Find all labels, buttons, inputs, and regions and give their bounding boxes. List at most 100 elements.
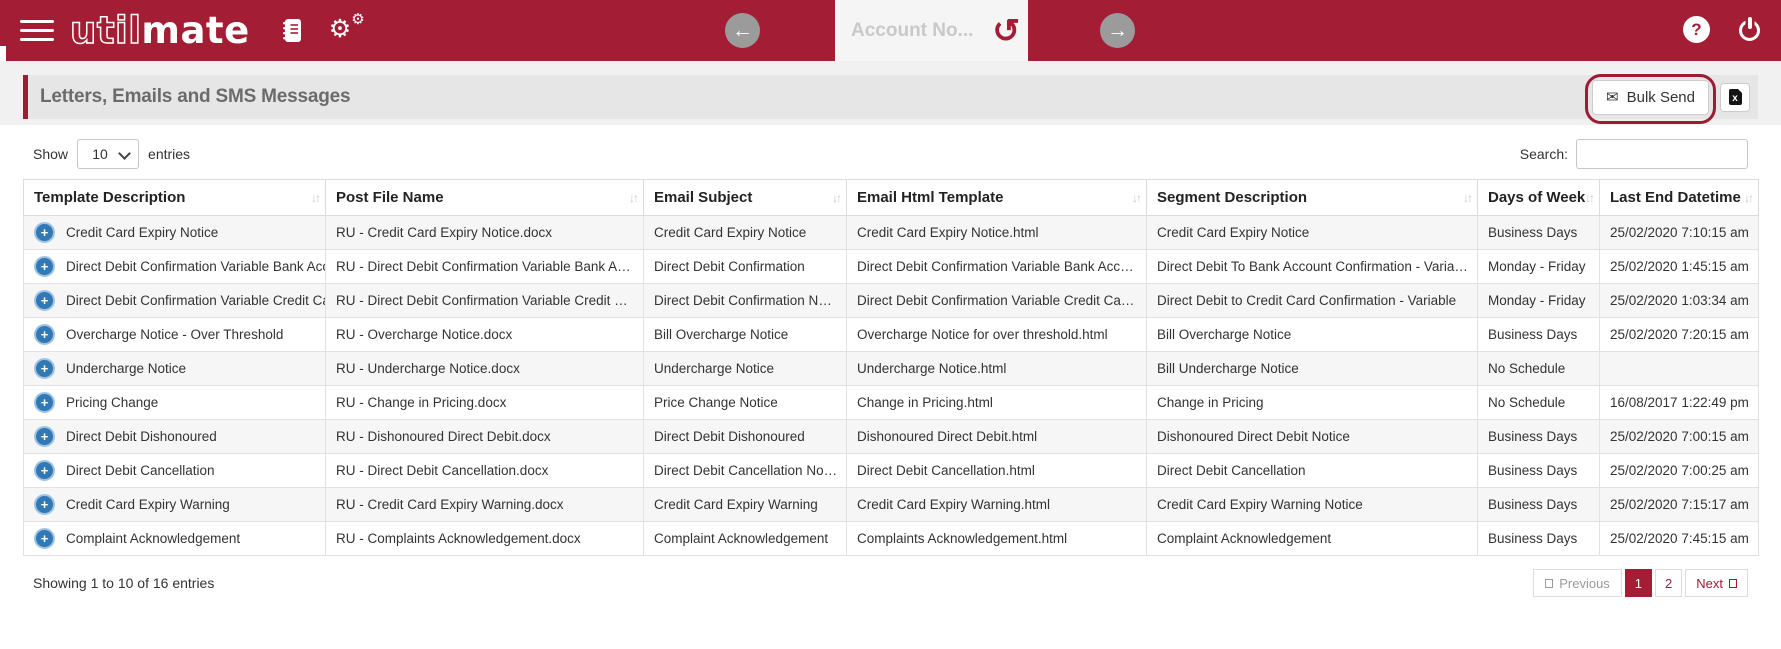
expand-row-plus-icon[interactable]: + bbox=[34, 358, 55, 379]
table-row: + Credit Card Expiry Warning RU - Credit C… bbox=[23, 487, 1759, 522]
arrow-left-icon: ← bbox=[732, 19, 753, 42]
previous-page-button[interactable]: Previous bbox=[1533, 569, 1622, 597]
table-cell: 25/02/2020 1:45:15 am bbox=[1599, 249, 1759, 284]
column-header-template-description[interactable]: Template Description ↓↑ bbox=[23, 179, 326, 216]
previous-label: Previous bbox=[1559, 575, 1610, 591]
entries-per-page-value: 10 bbox=[92, 146, 108, 162]
sort-icon[interactable]: ↓↑ bbox=[1744, 191, 1754, 205]
page-length-control: Show 10 entries bbox=[33, 139, 190, 169]
excel-file-icon: x bbox=[1728, 89, 1742, 105]
content-area: Show 10 entries Search: Template Descrip… bbox=[0, 125, 1781, 597]
brand-logo-util: util bbox=[69, 9, 142, 52]
table-cell: + Direct Debit Confirmation Variable Bank… bbox=[23, 249, 326, 284]
help-button[interactable]: ? bbox=[1683, 16, 1710, 43]
table-cell: No Schedule bbox=[1477, 385, 1600, 420]
table-cell: Dishonoured Direct Debit.html bbox=[846, 419, 1147, 454]
column-label: Email Html Template bbox=[857, 189, 1004, 206]
table-cell: RU - Change in Pricing.docx bbox=[325, 385, 644, 420]
gear-small-icon: ⚙ bbox=[351, 10, 365, 28]
account-number-input[interactable] bbox=[849, 18, 993, 43]
table-cell: Direct Debit Cancellation.html bbox=[846, 453, 1147, 488]
table-cell: 25/02/2020 7:00:15 am bbox=[1599, 419, 1759, 454]
table-cell: RU - Direct Debit Confirmation Variable … bbox=[325, 249, 644, 284]
sort-icon[interactable]: ↓↑ bbox=[629, 191, 639, 205]
table-row: + Overcharge Notice - Over Threshold RU - … bbox=[23, 317, 1759, 352]
column-label: Days of Week bbox=[1488, 189, 1586, 206]
account-search-box: ↺ bbox=[835, 0, 1028, 61]
sort-icon[interactable]: ↓↑ bbox=[832, 191, 842, 205]
gears-icon[interactable]: ⚙ ⚙ bbox=[329, 10, 367, 47]
table-cell: Monday - Friday bbox=[1477, 283, 1600, 318]
export-excel-button[interactable]: x bbox=[1720, 82, 1750, 112]
question-mark-icon: ? bbox=[1691, 19, 1702, 39]
next-account-button[interactable]: → bbox=[1100, 13, 1135, 48]
column-label: Segment Description bbox=[1157, 189, 1308, 206]
expand-row-plus-icon[interactable]: + bbox=[34, 324, 55, 345]
search-input[interactable] bbox=[1576, 139, 1748, 169]
table-header-row: Template Description ↓↑ Post File Name ↓↑ Em… bbox=[23, 179, 1759, 216]
table-cell: RU - Credit Card Expiry Warning.docx bbox=[325, 487, 644, 522]
cell-text: Complaint Acknowledgement bbox=[66, 531, 241, 546]
page-button-2[interactable]: 2 bbox=[1655, 569, 1683, 597]
pagination: Previous 12 Next bbox=[1530, 569, 1748, 597]
expand-row-plus-icon[interactable]: + bbox=[34, 222, 55, 243]
table-cell: Bill Overcharge Notice bbox=[643, 317, 847, 352]
expand-row-plus-icon[interactable]: + bbox=[34, 528, 55, 549]
table-cell: Business Days bbox=[1477, 215, 1600, 250]
column-header-email-subject[interactable]: Email Subject ↓↑ bbox=[643, 179, 847, 216]
table-row: + Direct Debit Confirmation Variable Cred… bbox=[23, 283, 1759, 318]
entries-per-page-select[interactable]: 10 bbox=[77, 139, 140, 169]
table-cell: Direct Debit To Bank Account Confirmatio… bbox=[1146, 249, 1478, 284]
table-cell: Credit Card Expiry Warning bbox=[643, 487, 847, 522]
sort-icon[interactable]: ↓↑ bbox=[1585, 191, 1595, 205]
show-label: Show bbox=[33, 146, 69, 162]
table-cell: + Direct Debit Dishonoured bbox=[23, 419, 326, 454]
expand-row-plus-icon[interactable]: + bbox=[34, 494, 55, 515]
page-button-1[interactable]: 1 bbox=[1624, 569, 1653, 597]
column-header-segment-description[interactable]: Segment Description ↓↑ bbox=[1146, 179, 1478, 216]
table-cell: Complaint Acknowledgement bbox=[643, 521, 847, 556]
bulk-send-button[interactable]: ✉ Bulk Send bbox=[1592, 79, 1709, 115]
search-label: Search: bbox=[1519, 146, 1568, 162]
table-cell: No Schedule bbox=[1477, 351, 1600, 386]
expand-row-plus-icon[interactable]: + bbox=[34, 256, 55, 277]
sort-icon[interactable]: ↓↑ bbox=[1463, 191, 1473, 205]
sort-icon[interactable]: ↓↑ bbox=[311, 191, 321, 205]
table-controls: Show 10 entries Search: bbox=[23, 125, 1758, 179]
table-cell: Complaint Acknowledgement bbox=[1146, 521, 1478, 556]
expand-row-plus-icon[interactable]: + bbox=[34, 392, 55, 413]
table-cell: RU - Direct Debit Confirmation Variable … bbox=[325, 283, 644, 318]
table-cell: Price Change Notice bbox=[643, 385, 847, 420]
table-cell: Direct Debit Confirmation Notice bbox=[643, 283, 847, 318]
table-cell: RU - Direct Debit Cancellation.docx bbox=[325, 453, 644, 488]
column-header-email-html-template[interactable]: Email Html Template ↓↑ bbox=[846, 179, 1147, 216]
next-page-button[interactable]: Next bbox=[1685, 569, 1748, 597]
expand-row-plus-icon[interactable]: + bbox=[34, 426, 55, 447]
hamburger-menu-icon[interactable] bbox=[20, 14, 54, 47]
table-cell: RU - Complaints Acknowledgement.docx bbox=[325, 521, 644, 556]
bulk-send-wrap: ✉ Bulk Send bbox=[1585, 73, 1716, 124]
table-cell: Credit Card Expiry Warning.html bbox=[846, 487, 1147, 522]
column-label: Email Subject bbox=[654, 189, 753, 206]
cell-text: Undercharge Notice bbox=[66, 361, 187, 376]
book-icon[interactable] bbox=[282, 18, 303, 43]
sort-icon[interactable]: ↓↑ bbox=[1132, 191, 1142, 205]
undo-icon[interactable]: ↺ bbox=[992, 14, 1020, 47]
column-header-post-file-name[interactable]: Post File Name ↓↑ bbox=[325, 179, 644, 216]
table-cell: + Overcharge Notice - Over Threshold bbox=[23, 317, 326, 352]
expand-row-plus-icon[interactable]: + bbox=[34, 460, 55, 481]
expand-row-plus-icon[interactable]: + bbox=[34, 290, 55, 311]
bulk-send-label: Bulk Send bbox=[1626, 88, 1695, 106]
table-row: + Credit Card Expiry Notice RU - Credit Ca… bbox=[23, 215, 1759, 250]
cell-text: Overcharge Notice - Over Threshold bbox=[66, 327, 284, 342]
envelope-icon: ✉ bbox=[1606, 88, 1619, 106]
column-header-days-of-week[interactable]: Days of Week ↓↑ bbox=[1477, 179, 1600, 216]
table-cell: Direct Debit to Credit Card Confirmation… bbox=[1146, 283, 1478, 318]
table-cell: Credit Card Expiry Warning Notice bbox=[1146, 487, 1478, 522]
brand-logo[interactable]: utilmate bbox=[69, 9, 250, 52]
table-cell: Direct Debit Cancellation bbox=[1146, 453, 1478, 488]
next-label: Next bbox=[1696, 575, 1723, 591]
previous-account-button[interactable]: ← bbox=[725, 13, 760, 48]
column-header-last-end-datetime[interactable]: Last End Datetime ↓↑ bbox=[1599, 179, 1759, 216]
logout-button[interactable] bbox=[1738, 17, 1762, 42]
